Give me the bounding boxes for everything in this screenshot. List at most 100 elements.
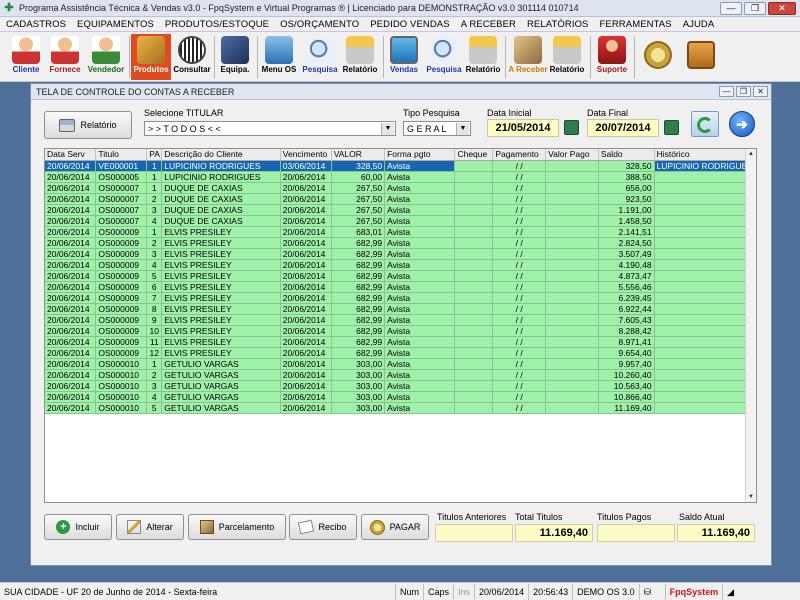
cell-cheque[interactable] [454,204,494,216]
cell-descricao[interactable]: GETULIO VARGAS [161,380,281,392]
cell-data-serv[interactable]: 20/06/2014 [45,215,97,227]
cell-valor[interactable]: 682,99 [331,259,386,271]
cell-pagamento[interactable]: / / [492,402,547,414]
toolbar-fornece-button[interactable]: Fornece [47,34,83,80]
cell-historico[interactable] [654,171,756,183]
cell-valor[interactable]: 267,50 [331,193,386,205]
cell-cheque[interactable] [454,347,494,359]
resize-grip-icon[interactable]: ◢ [723,584,745,600]
close-button[interactable]: ✕ [768,2,796,15]
cell-forma-pgto[interactable]: Avista [384,358,456,370]
cell-forma-pgto[interactable]: Avista [384,303,456,315]
cell-vencimento[interactable]: 20/06/2014 [280,171,332,183]
table-row[interactable]: 20/06/2014 OS000009 5 ELVIS PRESILEY 20/06/2… [45,270,756,282]
cell-pagamento[interactable]: / / [492,347,547,359]
cell-valor[interactable]: 682,99 [331,303,386,315]
scroll-down-icon[interactable]: ▼ [746,492,756,502]
alterar-button[interactable]: Alterar [116,514,184,540]
cell-valor[interactable]: 682,99 [331,270,386,282]
col-saldo[interactable]: Saldo [598,149,655,161]
cell-pa[interactable]: 4 [146,391,163,403]
cell-valor-pago[interactable] [545,380,599,392]
toolbar-suporte-button[interactable]: Suporte [593,34,631,80]
cell-cheque[interactable] [454,314,494,326]
cell-saldo[interactable]: 328,50 [598,160,655,172]
scroll-up-icon[interactable]: ▲ [746,149,756,159]
cell-vencimento[interactable]: 20/06/2014 [280,226,332,238]
menu-relatorios[interactable]: RELATÓRIOS [527,19,589,30]
cell-forma-pgto[interactable]: Avista [384,391,456,403]
table-row[interactable]: 20/06/2014 OS000009 6 ELVIS PRESILEY 20/06/2… [45,281,756,293]
table-row[interactable]: 20/06/2014 OS000010 2 GETULIO VARGAS 20/06/2… [45,369,756,381]
cell-descricao[interactable]: ELVIS PRESILEY [161,325,281,337]
cell-data-serv[interactable]: 20/06/2014 [45,369,97,381]
cell-vencimento[interactable]: 20/06/2014 [280,336,332,348]
cell-valor[interactable]: 267,50 [331,182,386,194]
cell-titulo[interactable]: OS000010 [95,402,148,414]
inner-minimize-button[interactable]: — [719,86,734,97]
cell-titulo[interactable]: OS000009 [95,259,148,271]
menu-os-orcamento[interactable]: OS/ORÇAMENTO [280,19,359,30]
cell-historico[interactable] [654,380,756,392]
cell-titulo[interactable]: OS000009 [95,336,148,348]
cell-vencimento[interactable]: 20/06/2014 [280,391,332,403]
cell-forma-pgto[interactable]: Avista [384,270,456,282]
cell-pa[interactable]: 8 [146,303,163,315]
cell-data-serv[interactable]: 20/06/2014 [45,358,97,370]
cell-pa[interactable]: 1 [146,226,163,238]
cell-data-serv[interactable]: 20/06/2014 [45,204,97,216]
cell-pa[interactable]: 7 [146,292,163,304]
cell-titulo[interactable]: OS000009 [95,347,148,359]
cell-forma-pgto[interactable]: Avista [384,182,456,194]
cell-valor[interactable]: 303,00 [331,391,386,403]
table-row[interactable]: 20/06/2014 OS000009 1 ELVIS PRESILEY 20/06/2… [45,226,756,238]
cell-historico[interactable] [654,358,756,370]
cell-pa[interactable]: 2 [146,237,163,249]
cell-saldo[interactable]: 4.190,48 [598,259,655,271]
cell-pa[interactable]: 1 [146,182,163,194]
table-row[interactable]: 20/06/2014 OS000007 3 DUQUE DE CAXIAS 20/06/… [45,204,756,216]
cell-vencimento[interactable]: 20/06/2014 [280,281,332,293]
cell-titulo[interactable]: OS000010 [95,369,148,381]
cell-pagamento[interactable]: / / [492,160,547,172]
cell-cheque[interactable] [454,237,494,249]
cell-valor[interactable]: 303,00 [331,358,386,370]
cell-saldo[interactable]: 1.191,00 [598,204,655,216]
cell-cheque[interactable] [454,292,494,304]
cell-historico[interactable] [654,226,756,238]
cell-descricao[interactable]: LUPICINIO RODRIGUES [161,171,281,183]
table-row[interactable]: 20/06/2014 OS000005 1 LUPICINIO RODRIGUES 20… [45,171,756,183]
inner-close-button[interactable]: ✕ [753,86,768,97]
cell-pa[interactable]: 5 [146,402,163,414]
cell-vencimento[interactable]: 03/06/2014 [280,160,332,172]
cell-saldo[interactable]: 10.260,40 [598,369,655,381]
cell-forma-pgto[interactable]: Avista [384,171,456,183]
cell-forma-pgto[interactable]: Avista [384,292,456,304]
cell-saldo[interactable]: 388,50 [598,171,655,183]
cell-titulo[interactable]: OS000009 [95,292,148,304]
cell-historico[interactable] [654,314,756,326]
cell-historico[interactable] [654,270,756,282]
table-row[interactable]: 20/06/2014 VE000001 1 LUPICINIO RODRIGUES 03… [45,160,756,172]
cell-vencimento[interactable]: 20/06/2014 [280,358,332,370]
table-row[interactable]: 20/06/2014 OS000010 3 GETULIO VARGAS 20/06/2… [45,380,756,392]
toolbar-produtos-button[interactable]: Produtos [131,34,171,80]
minimize-button[interactable]: — [720,2,742,15]
cell-data-serv[interactable]: 20/06/2014 [45,336,97,348]
cell-valor[interactable]: 682,99 [331,347,386,359]
cell-titulo[interactable]: OS000010 [95,391,148,403]
calendar-icon[interactable] [564,120,579,135]
cell-cheque[interactable] [454,380,494,392]
cell-historico[interactable] [654,248,756,260]
cell-saldo[interactable]: 1.458,50 [598,215,655,227]
cell-historico[interactable] [654,281,756,293]
cell-historico[interactable] [654,347,756,359]
cell-saldo[interactable]: 10.563,40 [598,380,655,392]
cell-pagamento[interactable]: / / [492,281,547,293]
cell-historico[interactable] [654,204,756,216]
cell-data-serv[interactable]: 20/06/2014 [45,171,97,183]
cell-pagamento[interactable]: / / [492,182,547,194]
toolbar-consultar-button[interactable]: Consultar [172,34,212,80]
col-titulo[interactable]: Titulo [95,149,148,161]
cell-cheque[interactable] [454,402,494,414]
